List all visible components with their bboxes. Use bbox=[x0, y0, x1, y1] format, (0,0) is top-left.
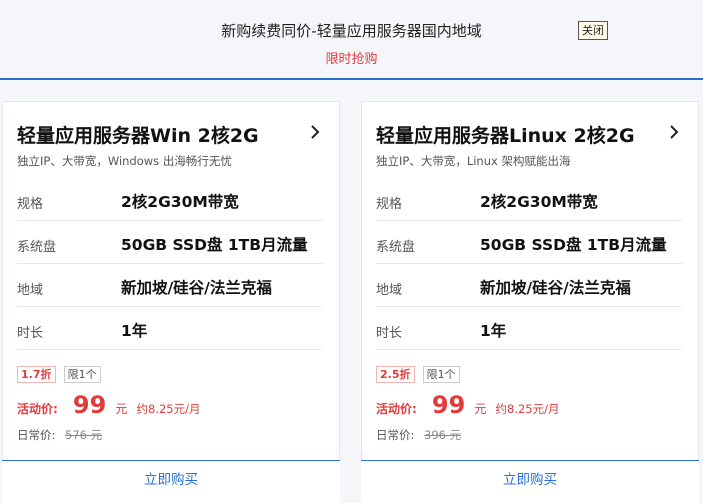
card-description: 独立IP、大带宽，Windows 出海畅行无忧 bbox=[17, 154, 232, 168]
chevron-right-icon[interactable] bbox=[666, 124, 682, 140]
price-label: 活动价: bbox=[376, 402, 417, 416]
spec-label: 系统盘 bbox=[376, 240, 416, 255]
spec-row-duration: 时长 1年 bbox=[376, 307, 682, 350]
original-price-label: 日常价: bbox=[376, 428, 415, 442]
price-per-month: 约8.25元/月 bbox=[495, 402, 560, 416]
spec-value: 1年 bbox=[121, 322, 148, 340]
discount-badge: 1.7折 bbox=[17, 366, 56, 383]
original-price-value: 396 元 bbox=[424, 428, 462, 442]
spec-label: 系统盘 bbox=[17, 240, 57, 255]
price-per-month: 约8.25元/月 bbox=[136, 402, 201, 416]
spec-label: 时长 bbox=[17, 326, 44, 341]
price-unit: 元 bbox=[115, 402, 128, 416]
product-card-linux: 轻量应用服务器Linux 2核2G 独立IP、大带宽，Linux 架构赋能出海 … bbox=[361, 101, 699, 503]
spec-row-spec: 规格 2核2G30M带宽 bbox=[376, 178, 682, 221]
discount-badge: 2.5折 bbox=[376, 366, 415, 383]
spec-label: 规格 bbox=[376, 197, 403, 212]
close-button[interactable]: 关闭 bbox=[578, 21, 608, 40]
spec-row-duration: 时长 1年 bbox=[17, 307, 323, 350]
price-row: 活动价: 99 元 约8.25元/月 bbox=[17, 391, 201, 419]
price-label: 活动价: bbox=[17, 402, 58, 416]
buy-now-button[interactable]: 立即购买 bbox=[361, 460, 699, 503]
buy-now-button[interactable]: 立即购买 bbox=[2, 460, 340, 503]
spec-row-spec: 规格 2核2G30M带宽 bbox=[17, 178, 323, 221]
limit-badge: 限1个 bbox=[63, 366, 101, 383]
spec-label: 地域 bbox=[376, 283, 403, 298]
spec-value: 50GB SSD盘 1TB月流量 bbox=[121, 236, 308, 254]
spec-label: 地域 bbox=[17, 283, 44, 298]
spec-row-disk: 系统盘 50GB SSD盘 1TB月流量 bbox=[17, 221, 323, 264]
promo-banner: 新购续费同价-轻量应用服务器国内地域 限时抢购 关闭 bbox=[0, 0, 703, 80]
original-price-row: 日常价: 396 元 bbox=[376, 427, 461, 443]
price-value: 99 bbox=[431, 391, 466, 419]
original-price-label: 日常价: bbox=[17, 428, 56, 442]
spec-value: 新加坡/硅谷/法兰克福 bbox=[480, 279, 631, 297]
price-row: 活动价: 99 元 约8.25元/月 bbox=[376, 391, 560, 419]
banner-subtitle: 限时抢购 bbox=[325, 52, 378, 67]
price-unit: 元 bbox=[474, 402, 487, 416]
spec-value: 2核2G30M带宽 bbox=[121, 193, 239, 211]
card-description: 独立IP、大带宽，Linux 架构赋能出海 bbox=[376, 154, 571, 168]
spec-value: 新加坡/硅谷/法兰克福 bbox=[121, 279, 272, 297]
spec-value: 2核2G30M带宽 bbox=[480, 193, 598, 211]
spec-row-region: 地域 新加坡/硅谷/法兰克福 bbox=[376, 264, 682, 307]
spec-row-region: 地域 新加坡/硅谷/法兰克福 bbox=[17, 264, 323, 307]
tag-group: 2.5折 限1个 bbox=[376, 363, 463, 383]
tag-group: 1.7折 限1个 bbox=[17, 363, 104, 383]
card-title[interactable]: 轻量应用服务器Linux 2核2G bbox=[376, 121, 635, 148]
spec-label: 规格 bbox=[17, 197, 44, 212]
chevron-right-icon[interactable] bbox=[307, 124, 323, 140]
original-price-row: 日常价: 576 元 bbox=[17, 427, 102, 443]
spec-value: 1年 bbox=[480, 322, 507, 340]
spec-label: 时长 bbox=[376, 326, 403, 341]
card-title[interactable]: 轻量应用服务器Win 2核2G bbox=[17, 121, 259, 148]
spec-row-disk: 系统盘 50GB SSD盘 1TB月流量 bbox=[376, 221, 682, 264]
price-value: 99 bbox=[72, 391, 107, 419]
original-price-value: 576 元 bbox=[65, 428, 103, 442]
spec-value: 50GB SSD盘 1TB月流量 bbox=[480, 236, 667, 254]
product-card-win: 轻量应用服务器Win 2核2G 独立IP、大带宽，Windows 出海畅行无忧 … bbox=[2, 101, 340, 503]
limit-badge: 限1个 bbox=[422, 366, 460, 383]
